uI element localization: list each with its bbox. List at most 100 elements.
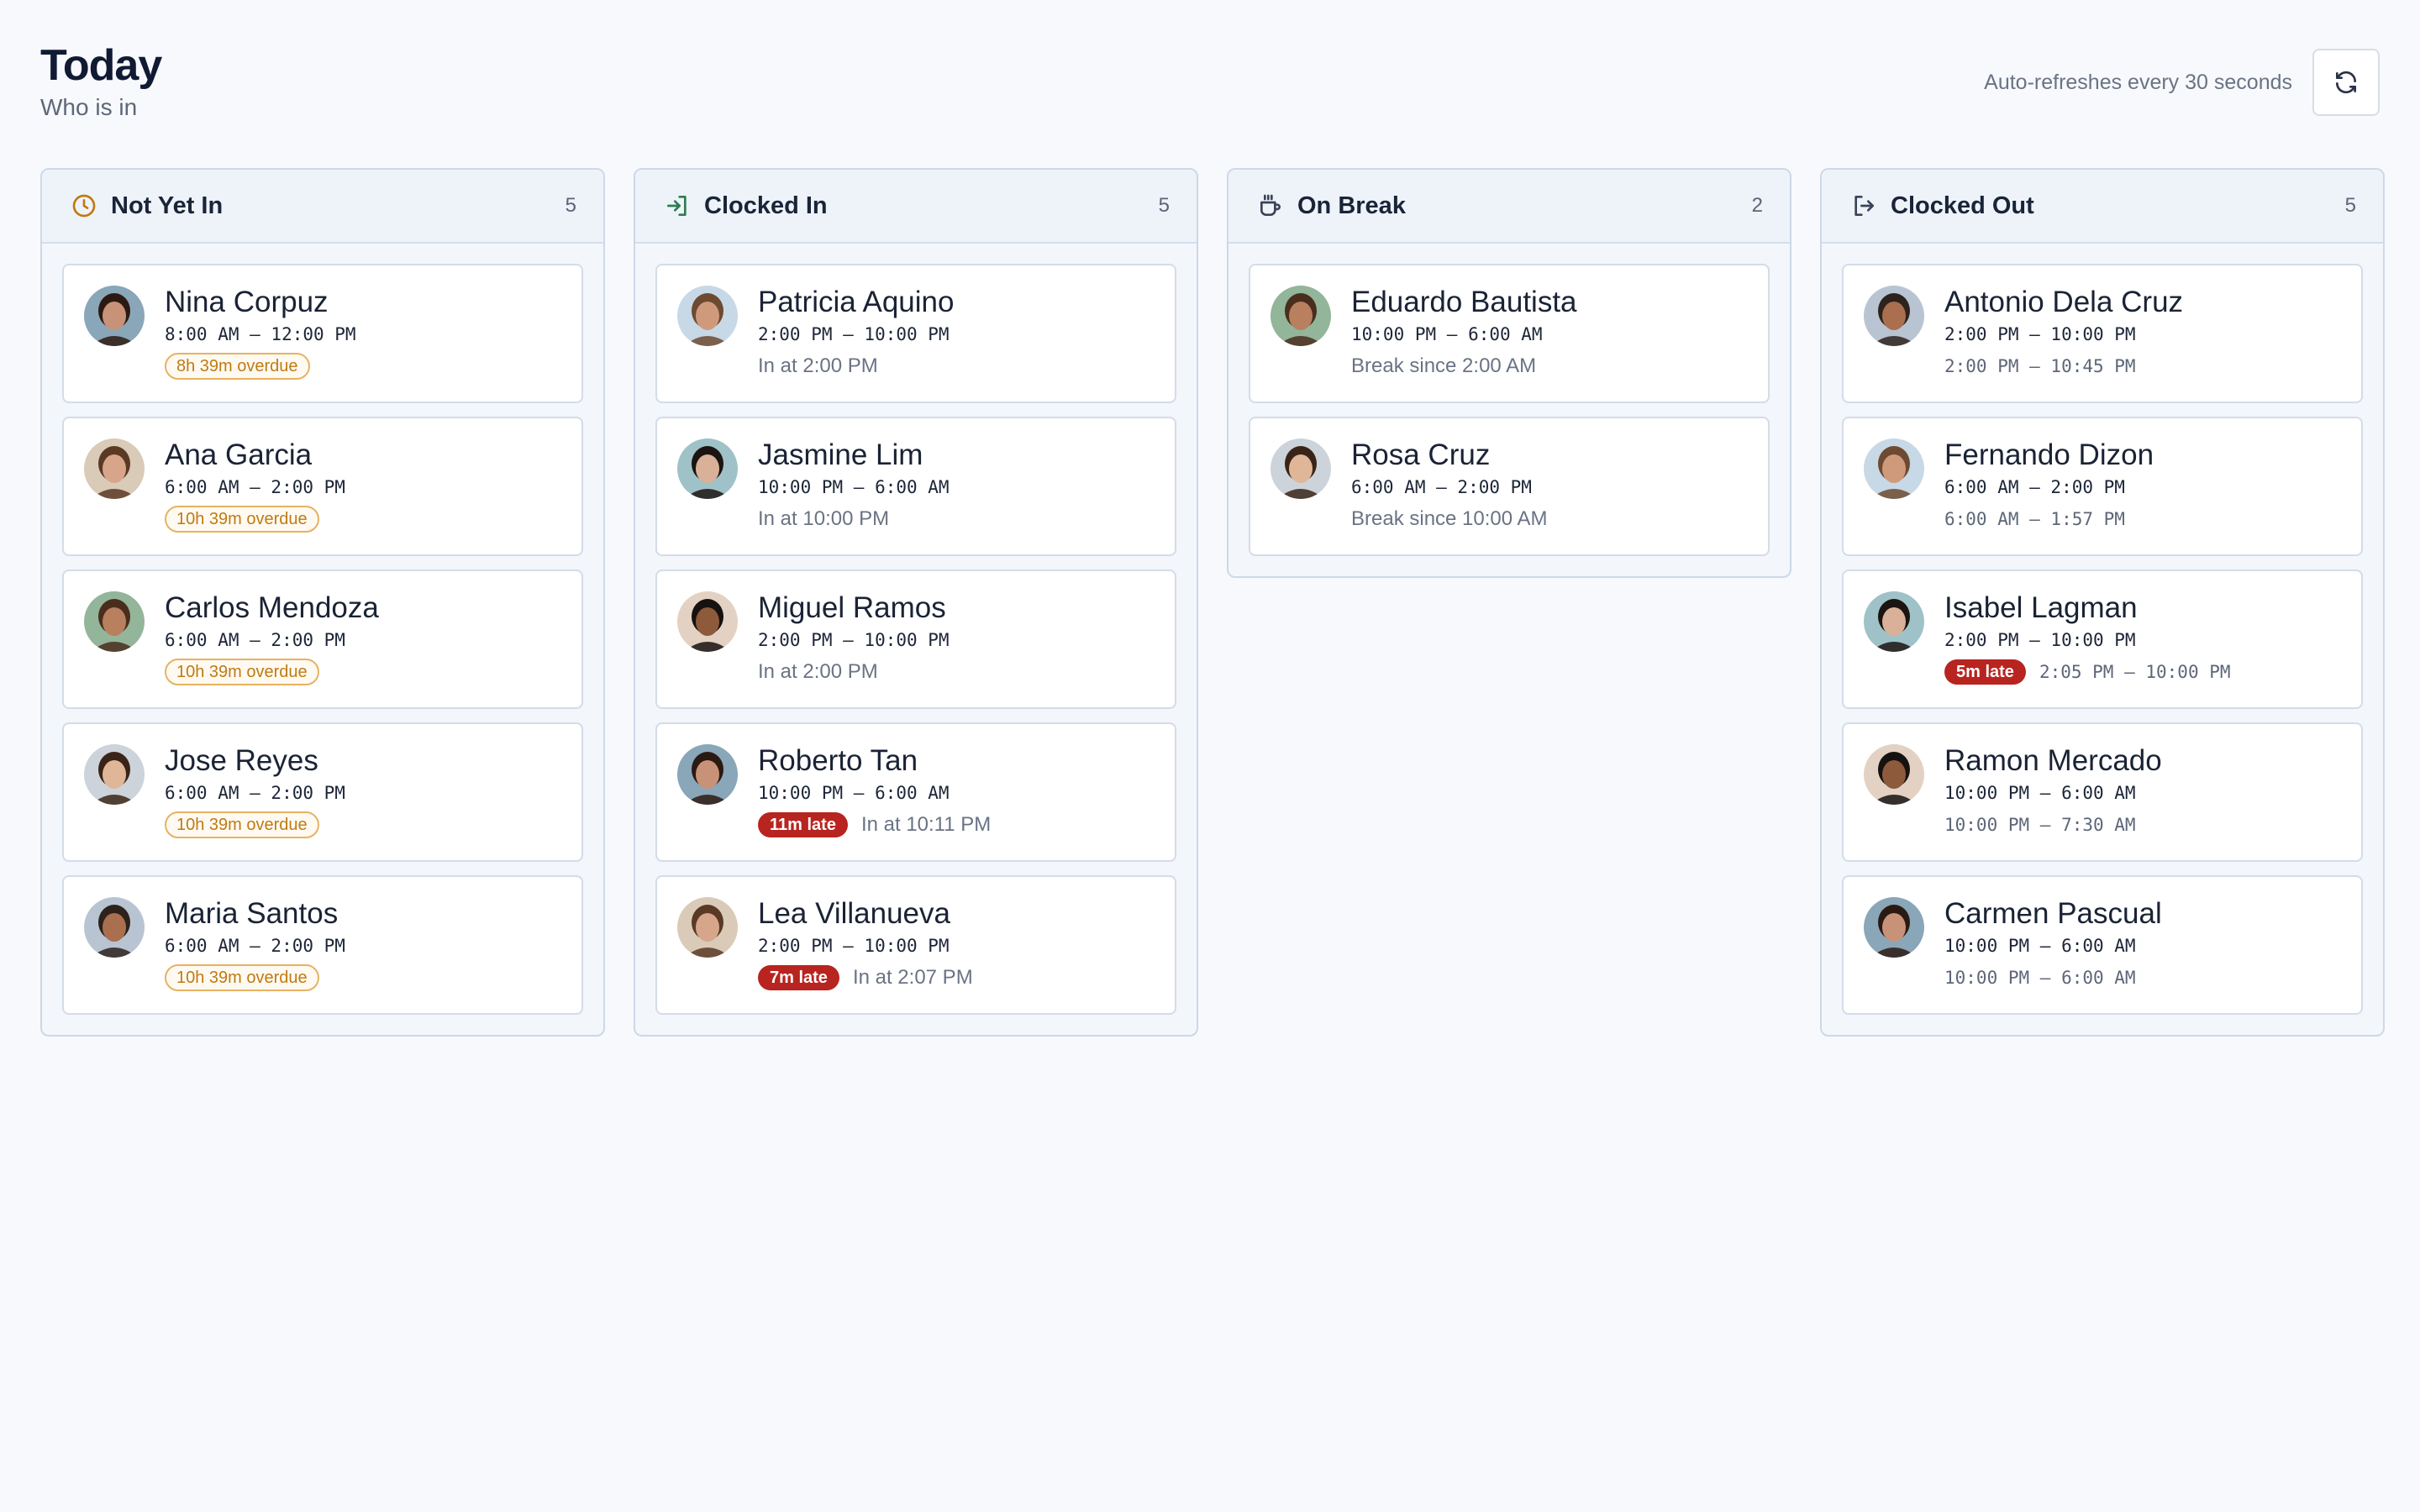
- card-meta: 7m late In at 2:07 PM: [758, 964, 1161, 991]
- employee-name: Patricia Aquino: [758, 286, 955, 318]
- card-meta: 10h 39m overdue: [165, 964, 568, 991]
- column-count: 2: [1751, 194, 1763, 217]
- employee-card[interactable]: Isabel Lagman 2:00 PM – 10:00 PM 5m late 2:…: [1842, 570, 2363, 709]
- employee-card[interactable]: Roberto Tan 10:00 PM – 6:00 AM 11m late In …: [655, 722, 1176, 862]
- card-meta: 10:00 PM – 7:30 AM: [1944, 811, 2348, 838]
- employee-card[interactable]: Maria Santos 6:00 AM – 2:00 PM 10h 39m ove…: [62, 875, 583, 1015]
- employee-card[interactable]: Rosa Cruz 6:00 AM – 2:00 PM Break since 10…: [1249, 417, 1770, 556]
- employee-name: Jasmine Lim: [758, 438, 923, 471]
- scheduled-shift: 2:00 PM – 10:00 PM: [1944, 630, 2136, 650]
- auto-refresh-text: Auto-refreshes every 30 seconds: [1984, 70, 2292, 94]
- status-note: Break since 10:00 AM: [1351, 507, 1548, 530]
- scheduled-shift: 8:00 AM – 12:00 PM: [165, 324, 356, 344]
- avatar: [1864, 897, 1924, 958]
- avatar: [677, 286, 738, 346]
- employee-card[interactable]: Eduardo Bautista 10:00 PM – 6:00 AM Break …: [1249, 264, 1770, 403]
- overdue-badge: 10h 39m overdue: [165, 811, 319, 838]
- card-details: Antonio Dela Cruz 2:00 PM – 10:00 PM 2:00 …: [1944, 284, 2348, 380]
- scheduled-shift: 10:00 PM – 6:00 AM: [1351, 324, 1543, 344]
- card-details: Eduardo Bautista 10:00 PM – 6:00 AM Break …: [1351, 284, 1754, 380]
- scheduled-shift: 2:00 PM – 10:00 PM: [758, 324, 950, 344]
- employee-name: Carmen Pascual: [1944, 897, 2162, 930]
- employee-card[interactable]: Ramon Mercado 10:00 PM – 6:00 AM 10:00 PM …: [1842, 722, 2363, 862]
- card-details: Lea Villanueva 2:00 PM – 10:00 PM 7m late I…: [758, 895, 1161, 991]
- scheduled-shift: 6:00 AM – 2:00 PM: [165, 783, 345, 803]
- avatar: [1864, 744, 1924, 805]
- employee-card[interactable]: Carmen Pascual 10:00 PM – 6:00 AM 10:00 PM…: [1842, 875, 2363, 1015]
- card-meta: 10h 39m overdue: [165, 811, 568, 838]
- employee-name: Lea Villanueva: [758, 897, 950, 930]
- refresh-button[interactable]: [2312, 49, 2380, 116]
- avatar: [677, 897, 738, 958]
- card-details: Jasmine Lim 10:00 PM – 6:00 AM In at 10:00…: [758, 437, 1161, 533]
- page-header: Today Who is in Auto-refreshes every 30 …: [40, 40, 2380, 133]
- status-note: In at 2:07 PM: [852, 966, 973, 989]
- avatar: [677, 438, 738, 499]
- late-badge: 7m late: [758, 965, 839, 990]
- employee-card[interactable]: Ana Garcia 6:00 AM – 2:00 PM 10h 39m overd…: [62, 417, 583, 556]
- employee-card[interactable]: Jasmine Lim 10:00 PM – 6:00 AM In at 10:00…: [655, 417, 1176, 556]
- avatar: [1270, 438, 1331, 499]
- scheduled-shift: 2:00 PM – 10:00 PM: [1944, 324, 2136, 344]
- column-title: Clocked Out: [1891, 192, 2034, 219]
- card-meta: In at 2:00 PM: [758, 353, 1161, 380]
- card-details: Fernando Dizon 6:00 AM – 2:00 PM 6:00 AM –…: [1944, 437, 2348, 533]
- scheduled-shift: 2:00 PM – 10:00 PM: [758, 630, 950, 650]
- employee-card[interactable]: Lea Villanueva 2:00 PM – 10:00 PM 7m late I…: [655, 875, 1176, 1015]
- column-body: Eduardo Bautista 10:00 PM – 6:00 AM Break …: [1228, 244, 1790, 576]
- column-clocked-out: Clocked Out 5 Antonio Dela Cruz 2:00 PM – 1…: [1820, 168, 2385, 1037]
- card-meta: 11m late In at 10:11 PM: [758, 811, 1161, 838]
- card-meta: Break since 2:00 AM: [1351, 353, 1754, 380]
- column-clocked-in: Clocked In 5 Patricia Aquino 2:00 PM – 10:0…: [634, 168, 1198, 1037]
- avatar: [1864, 591, 1924, 652]
- employee-name: Eduardo Bautista: [1351, 286, 1577, 318]
- employee-name: Ana Garcia: [165, 438, 313, 471]
- employee-card[interactable]: Nina Corpuz 8:00 AM – 12:00 PM 8h 39m over…: [62, 264, 583, 403]
- column-body: Nina Corpuz 8:00 AM – 12:00 PM 8h 39m over…: [42, 244, 603, 1035]
- scheduled-shift: 10:00 PM – 6:00 AM: [1944, 783, 2136, 803]
- employee-card[interactable]: Patricia Aquino 2:00 PM – 10:00 PM In at 2…: [655, 264, 1176, 403]
- logout-icon: [1849, 191, 1879, 221]
- status-note: In at 10:11 PM: [860, 813, 992, 836]
- card-details: Miguel Ramos 2:00 PM – 10:00 PM In at 2:00…: [758, 590, 1161, 685]
- employee-name: Ramon Mercado: [1944, 744, 2162, 777]
- employee-name: Roberto Tan: [758, 744, 918, 777]
- card-details: Rosa Cruz 6:00 AM – 2:00 PM Break since 10…: [1351, 437, 1754, 533]
- card-meta: Break since 10:00 AM: [1351, 506, 1754, 533]
- actual-shift: 2:00 PM – 10:45 PM: [1944, 356, 2136, 376]
- card-details: Carlos Mendoza 6:00 AM – 2:00 PM 10h 39m o…: [165, 590, 568, 685]
- avatar: [1864, 438, 1924, 499]
- column-title: Not Yet In: [111, 192, 224, 219]
- card-meta: 2:00 PM – 10:45 PM: [1944, 353, 2348, 380]
- status-note: In at 2:00 PM: [758, 354, 878, 377]
- scheduled-shift: 10:00 PM – 6:00 AM: [1944, 936, 2136, 956]
- scheduled-shift: 6:00 AM – 2:00 PM: [165, 936, 345, 956]
- clock-icon: [69, 191, 99, 221]
- card-details: Maria Santos 6:00 AM – 2:00 PM 10h 39m ove…: [165, 895, 568, 991]
- employee-name: Maria Santos: [165, 897, 339, 930]
- employee-card[interactable]: Antonio Dela Cruz 2:00 PM – 10:00 PM 2:00 …: [1842, 264, 2363, 403]
- employee-name: Isabel Lagman: [1944, 591, 2138, 624]
- employee-name: Jose Reyes: [165, 744, 318, 777]
- employee-card[interactable]: Jose Reyes 6:00 AM – 2:00 PM 10h 39m overd…: [62, 722, 583, 862]
- avatar: [84, 897, 145, 958]
- late-badge: 5m late: [1944, 659, 2026, 685]
- scheduled-shift: 2:00 PM – 10:00 PM: [758, 936, 950, 956]
- column-count: 5: [2344, 194, 2356, 217]
- card-meta: In at 2:00 PM: [758, 659, 1161, 685]
- column-not-yet-in: Not Yet In 5 Nina Corpuz 8:00 AM – 12:00 PM…: [40, 168, 605, 1037]
- card-details: Isabel Lagman 2:00 PM – 10:00 PM 5m late 2:…: [1944, 590, 2348, 685]
- login-icon: [662, 191, 692, 221]
- employee-card[interactable]: Carlos Mendoza 6:00 AM – 2:00 PM 10h 39m o…: [62, 570, 583, 709]
- column-on-break: On Break 2 Eduardo Bautista 10:00 PM – 6:00…: [1227, 168, 1791, 578]
- overdue-badge: 10h 39m overdue: [165, 964, 319, 991]
- employee-name: Antonio Dela Cruz: [1944, 286, 2184, 318]
- card-meta: 10:00 PM – 6:00 AM: [1944, 964, 2348, 991]
- scheduled-shift: 10:00 PM – 6:00 AM: [758, 477, 950, 497]
- column-header: Not Yet In 5: [42, 170, 603, 244]
- employee-card[interactable]: Fernando Dizon 6:00 AM – 2:00 PM 6:00 AM –…: [1842, 417, 2363, 556]
- employee-card[interactable]: Miguel Ramos 2:00 PM – 10:00 PM In at 2:00…: [655, 570, 1176, 709]
- column-body: Patricia Aquino 2:00 PM – 10:00 PM In at 2…: [635, 244, 1197, 1035]
- employee-name: Fernando Dizon: [1944, 438, 2154, 471]
- avatar: [677, 591, 738, 652]
